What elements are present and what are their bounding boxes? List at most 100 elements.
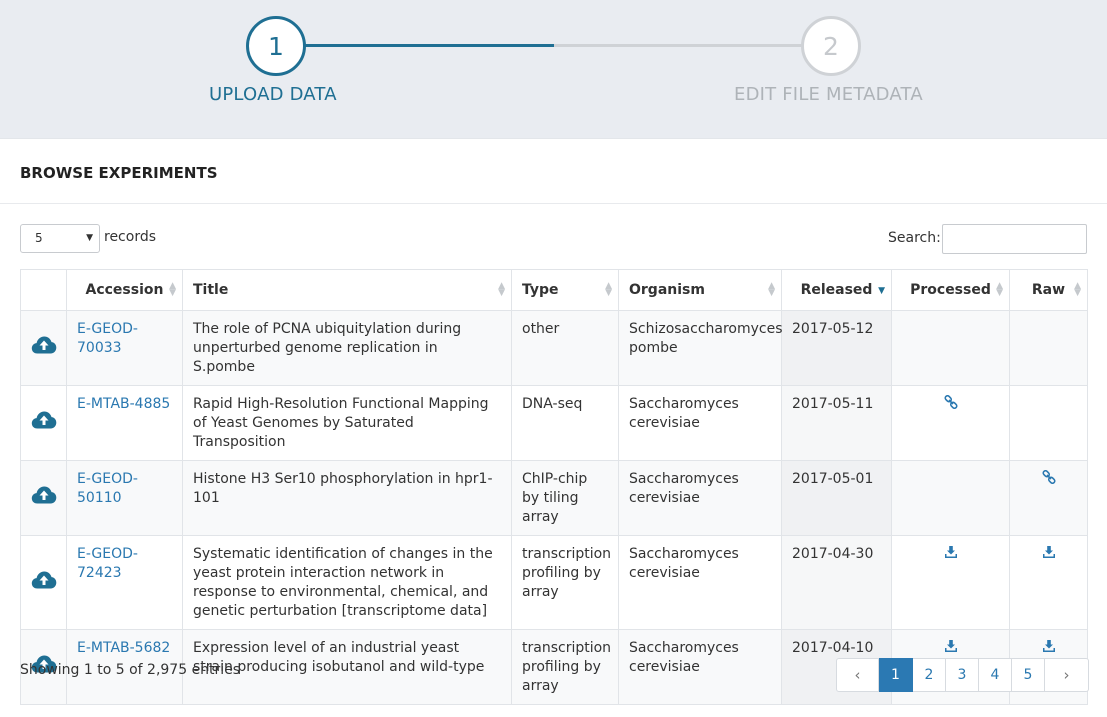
upload-cell bbox=[20, 535, 67, 630]
raw-cell bbox=[1009, 310, 1088, 386]
step-2-label[interactable]: EDIT FILE METADATA bbox=[734, 84, 923, 105]
accession-cell: E-GEOD-50110 bbox=[66, 460, 183, 536]
chevron-down-icon: ▼ bbox=[86, 233, 93, 243]
next-page-button[interactable]: › bbox=[1045, 658, 1089, 692]
sort-icon: ▲ ▼ bbox=[169, 281, 176, 298]
header-type-label: Type bbox=[522, 282, 559, 298]
download-icon[interactable] bbox=[944, 640, 958, 657]
section-title: BROWSE EXPERIMENTS bbox=[20, 164, 218, 182]
page-button-2[interactable]: 2 bbox=[913, 658, 946, 692]
upload-cell bbox=[20, 385, 67, 461]
sort-desc-icon: ▼ bbox=[878, 286, 885, 296]
title-cell: Systematic identification of changes in … bbox=[182, 535, 512, 630]
header-raw-label: Raw bbox=[1031, 282, 1066, 298]
link-icon[interactable] bbox=[1041, 470, 1056, 488]
page-button-1[interactable]: 1 bbox=[879, 658, 913, 692]
header-title[interactable]: Title ▲ ▼ bbox=[182, 269, 512, 311]
type-cell: ChIP-chip by tiling array bbox=[511, 460, 619, 536]
processed-cell bbox=[891, 535, 1010, 630]
step-1-circle[interactable]: 1 bbox=[246, 16, 306, 76]
accession-cell: E-GEOD-70033 bbox=[66, 310, 183, 386]
records-per-page-select[interactable]: 5 ▼ bbox=[20, 224, 100, 253]
header-processed[interactable]: Processed ▲ ▼ bbox=[891, 269, 1010, 311]
sort-icon: ▲ ▼ bbox=[498, 281, 505, 298]
raw-cell bbox=[1009, 460, 1088, 536]
accession-cell: E-MTAB-4885 bbox=[66, 385, 183, 461]
prev-page-button[interactable]: ‹ bbox=[836, 658, 879, 692]
header-organism[interactable]: Organism ▲ ▼ bbox=[618, 269, 782, 311]
records-label: records bbox=[104, 229, 157, 245]
type-cell: transcription profiling by array bbox=[511, 535, 619, 630]
type-cell: DNA-seq bbox=[511, 385, 619, 461]
header-title-label: Title bbox=[193, 282, 229, 298]
upload-cell bbox=[20, 310, 67, 386]
processed-cell bbox=[891, 460, 1010, 536]
pagination: ‹ 1 2 3 4 5 › bbox=[836, 658, 1089, 692]
download-icon[interactable] bbox=[1042, 546, 1056, 563]
raw-cell bbox=[1009, 385, 1088, 461]
search-label: Search: bbox=[888, 230, 941, 246]
cloud-upload-icon[interactable] bbox=[31, 336, 57, 359]
header-accession-label: Accession bbox=[85, 282, 164, 298]
table-header-row: Accession ▲ ▼ Title ▲ ▼ Type ▲ ▼ Organism ▲ ▼ Re… bbox=[20, 269, 1088, 311]
type-cell: transcription profiling by array bbox=[511, 629, 619, 705]
title-cell: Histone H3 Ser10 phosphorylation in hpr1… bbox=[182, 460, 512, 536]
table-row: E-MTAB-4885 Rapid High-Resolution Functio… bbox=[20, 385, 1088, 461]
sort-icon: ▲ ▼ bbox=[605, 281, 612, 298]
accession-link[interactable]: E-MTAB-5682 bbox=[77, 640, 170, 656]
header-type[interactable]: Type ▲ ▼ bbox=[511, 269, 619, 311]
sort-icon: ▲ ▼ bbox=[1074, 281, 1081, 298]
stepper-remaining-line bbox=[554, 44, 802, 47]
type-cell: other bbox=[511, 310, 619, 386]
released-cell: 2017-05-11 bbox=[781, 385, 892, 461]
table-row: E-GEOD-50110 Histone H3 Ser10 phosphoryla… bbox=[20, 460, 1088, 536]
header-released[interactable]: Released ▼ bbox=[781, 269, 892, 311]
accession-link[interactable]: E-GEOD-50110 bbox=[77, 471, 138, 506]
records-per-page-value: 5 bbox=[35, 231, 43, 245]
released-cell: 2017-05-12 bbox=[781, 310, 892, 386]
raw-cell bbox=[1009, 535, 1088, 630]
released-cell: 2017-04-30 bbox=[781, 535, 892, 630]
header-released-label: Released bbox=[800, 282, 873, 298]
step-2-circle[interactable]: 2 bbox=[801, 16, 861, 76]
page-button-4[interactable]: 4 bbox=[979, 658, 1012, 692]
accession-link[interactable]: E-GEOD-70033 bbox=[77, 321, 138, 356]
download-icon[interactable] bbox=[1042, 640, 1056, 657]
download-icon[interactable] bbox=[944, 546, 958, 563]
table-row: E-GEOD-70033 The role of PCNA ubiquitylat… bbox=[20, 310, 1088, 386]
stepper-progress-line bbox=[304, 44, 554, 47]
sort-icon: ▲ ▼ bbox=[768, 281, 775, 298]
cloud-upload-icon[interactable] bbox=[31, 486, 57, 509]
link-icon[interactable] bbox=[943, 395, 958, 413]
title-cell: The role of PCNA ubiquitylation during u… bbox=[182, 310, 512, 386]
accession-link[interactable]: E-GEOD-72423 bbox=[77, 546, 138, 581]
upload-stepper: 1 2 UPLOAD DATA EDIT FILE METADATA bbox=[0, 0, 1107, 139]
header-raw[interactable]: Raw ▲ ▼ bbox=[1009, 269, 1088, 311]
table-row: E-GEOD-72423 Systematic identification of… bbox=[20, 535, 1088, 630]
organism-cell: Schizosaccharomyces pombe bbox=[618, 310, 783, 386]
step-1-label[interactable]: UPLOAD DATA bbox=[209, 84, 337, 105]
page-button-3[interactable]: 3 bbox=[946, 658, 979, 692]
experiments-table: Accession ▲ ▼ Title ▲ ▼ Type ▲ ▼ Organism ▲ ▼ Re… bbox=[20, 269, 1088, 705]
table-info: Showing 1 to 5 of 2,975 entries bbox=[20, 662, 241, 678]
organism-cell: Saccharomyces cerevisiae bbox=[618, 385, 782, 461]
page-button-5[interactable]: 5 bbox=[1012, 658, 1045, 692]
cloud-upload-icon[interactable] bbox=[31, 571, 57, 594]
accession-cell: E-GEOD-72423 bbox=[66, 535, 183, 630]
header-icon bbox=[20, 269, 67, 311]
header-accession[interactable]: Accession ▲ ▼ bbox=[66, 269, 183, 311]
sort-icon: ▲ ▼ bbox=[996, 281, 1003, 298]
cloud-upload-icon[interactable] bbox=[31, 411, 57, 434]
organism-cell: Saccharomyces cerevisiae bbox=[618, 535, 782, 630]
processed-cell bbox=[891, 385, 1010, 461]
released-cell: 2017-05-01 bbox=[781, 460, 892, 536]
search-input[interactable] bbox=[942, 224, 1087, 254]
header-organism-label: Organism bbox=[629, 282, 705, 298]
section-divider bbox=[0, 203, 1107, 204]
header-processed-label: Processed bbox=[910, 282, 991, 298]
accession-link[interactable]: E-MTAB-4885 bbox=[77, 396, 170, 412]
organism-cell: Saccharomyces cerevisiae bbox=[618, 460, 782, 536]
upload-cell bbox=[20, 460, 67, 536]
title-cell: Rapid High-Resolution Functional Mapping… bbox=[182, 385, 512, 461]
processed-cell bbox=[891, 310, 1010, 386]
